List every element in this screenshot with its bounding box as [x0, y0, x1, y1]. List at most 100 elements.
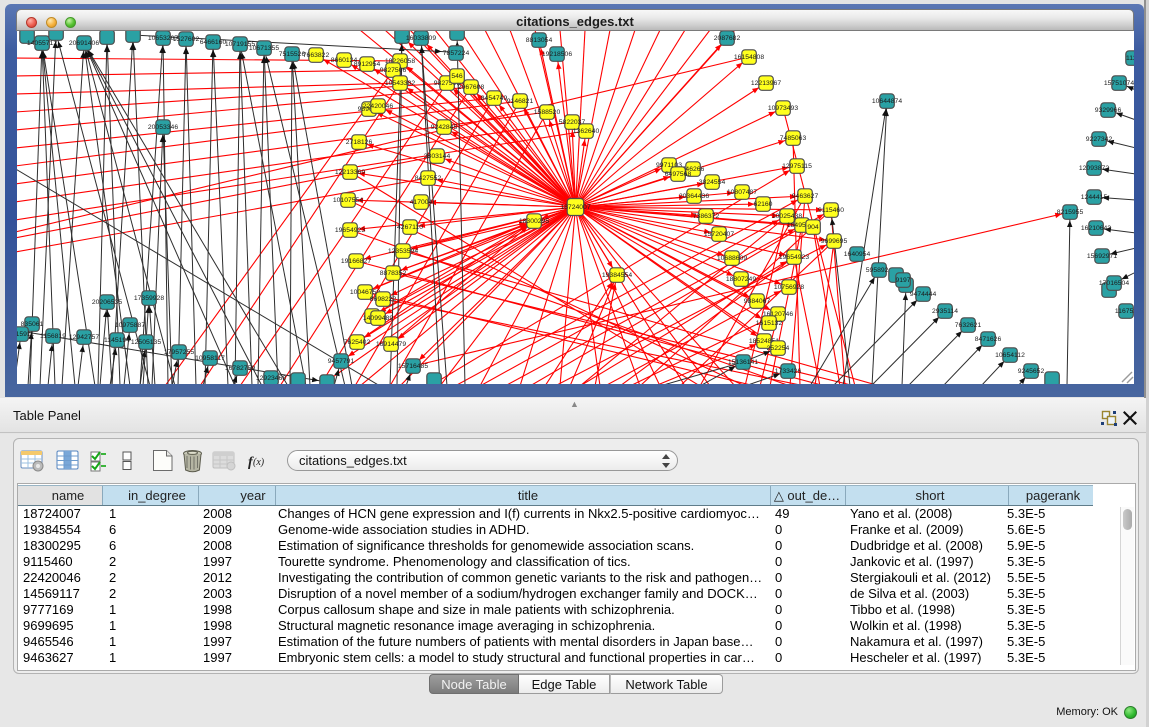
svg-text:18807249: 18807249: [726, 276, 756, 283]
svg-text:9197: 9197: [895, 277, 910, 284]
svg-text:(x): (x): [253, 457, 265, 468]
svg-text:9227342: 9227342: [1086, 136, 1113, 143]
svg-text:10107554: 10107554: [333, 197, 363, 204]
svg-text:2803144: 2803144: [424, 153, 451, 160]
svg-text:7663822: 7663822: [303, 52, 330, 59]
svg-text:417004: 417004: [410, 199, 433, 206]
svg-text:12942757: 12942757: [69, 334, 99, 341]
svg-text:19218506: 19218506: [542, 51, 572, 58]
svg-text:19654923: 19654923: [335, 227, 365, 234]
svg-text:12505135: 12505135: [131, 339, 161, 346]
svg-text:6497568: 6497568: [665, 171, 692, 178]
svg-text:9699695: 9699695: [821, 238, 848, 245]
svg-text:8454749: 8454749: [481, 95, 508, 102]
svg-text:252254: 252254: [767, 345, 790, 352]
svg-text:1615132: 1615132: [756, 320, 783, 327]
svg-text:1640954: 1640954: [844, 251, 871, 258]
svg-text:19654923: 19654923: [779, 254, 809, 261]
svg-text:8912954: 8912954: [354, 61, 381, 68]
svg-text:9827506: 9827506: [380, 67, 407, 74]
svg-text:10644874: 10644874: [872, 98, 902, 105]
svg-text:8813054: 8813054: [526, 37, 553, 44]
svg-text:20206535: 20206535: [92, 299, 122, 306]
svg-text:3915911: 3915911: [17, 331, 34, 338]
svg-text:62160: 62160: [754, 201, 773, 208]
svg-text:15136141: 15136141: [728, 359, 758, 366]
svg-text:15692971: 15692971: [1087, 253, 1117, 260]
svg-text:1527602: 1527602: [173, 36, 200, 43]
svg-text:20364436: 20364436: [679, 193, 709, 200]
svg-text:2067608: 2067608: [458, 84, 485, 91]
svg-text:15716485: 15716485: [398, 363, 428, 370]
svg-text:1117: 1117: [1126, 55, 1134, 62]
svg-text:6466160: 6466160: [200, 39, 227, 46]
svg-text:18724007: 18724007: [560, 204, 590, 211]
svg-text:9146821: 9146821: [507, 98, 534, 105]
svg-text:2718126: 2718126: [346, 139, 373, 146]
svg-text:9884067: 9884067: [744, 298, 771, 305]
svg-text:3824554: 3824554: [699, 179, 726, 186]
svg-text:116753: 116753: [1115, 308, 1134, 315]
svg-text:9463627: 9463627: [792, 193, 819, 200]
svg-text:10756928: 10756928: [774, 284, 804, 291]
svg-text:10973493: 10973493: [768, 105, 798, 112]
svg-text:12975115: 12975115: [782, 163, 812, 170]
svg-text:8878352: 8878352: [380, 270, 407, 277]
svg-text:1588520: 1588520: [534, 109, 561, 116]
svg-text:17359928: 17359928: [134, 295, 164, 302]
svg-text:8471626: 8471626: [975, 336, 1002, 343]
svg-text:10688609: 10688609: [717, 255, 747, 262]
svg-text:15751074: 15751074: [1104, 80, 1134, 87]
svg-text:16033809: 16033809: [406, 35, 436, 42]
svg-text:12093872: 12093872: [1079, 165, 1109, 172]
svg-text:20691406: 20691406: [69, 40, 99, 47]
svg-text:12353594: 12353594: [388, 248, 418, 255]
svg-text:9474444: 9474444: [910, 291, 937, 298]
svg-text:14099489: 14099489: [363, 315, 393, 322]
svg-text:19166827: 19166827: [341, 258, 371, 265]
svg-text:12923468: 12923468: [256, 375, 286, 382]
svg-text:19384554: 19384554: [602, 272, 632, 279]
svg-text:10654112: 10654112: [995, 352, 1025, 359]
svg-text:8698222: 8698222: [370, 296, 397, 303]
svg-text:20053346: 20053346: [148, 124, 178, 131]
svg-text:10671355: 10671355: [249, 45, 279, 52]
svg-text:9115460: 9115460: [818, 207, 844, 214]
svg-text:16782759: 16782759: [225, 365, 255, 372]
svg-text:12213369: 12213369: [335, 169, 365, 176]
svg-text:10807487: 10807487: [727, 189, 757, 196]
svg-text:9242845: 9242845: [431, 124, 458, 131]
svg-text:1362640: 1362640: [573, 128, 600, 135]
svg-text:1244415: 1244415: [1081, 194, 1108, 201]
svg-text:18300295: 18300295: [519, 218, 549, 225]
svg-text:22420046: 22420046: [363, 103, 393, 110]
svg-text:546: 546: [451, 73, 463, 80]
svg-text:10958117: 10958117: [195, 355, 225, 362]
svg-text:2935114: 2935114: [932, 308, 958, 315]
svg-text:17957255: 17957255: [164, 349, 194, 356]
svg-text:9329966: 9329966: [1095, 107, 1122, 114]
svg-text:9245652: 9245652: [1018, 368, 1045, 375]
svg-text:1733426: 1733426: [775, 368, 802, 375]
svg-text:17016504: 17016504: [1099, 280, 1129, 287]
svg-text:1156819: 1156819: [40, 333, 66, 340]
svg-text:8427552: 8427552: [415, 175, 442, 182]
svg-text:14055712: 14055712: [27, 40, 57, 47]
svg-text:1145194: 1145194: [104, 337, 130, 344]
svg-text:8215955: 8215955: [1057, 209, 1084, 216]
svg-text:10543382: 10543382: [385, 80, 415, 87]
svg-text:12213967: 12213967: [751, 80, 781, 87]
svg-text:16154808: 16154808: [734, 54, 764, 61]
svg-text:2087682: 2087682: [714, 35, 741, 42]
svg-text:9457791: 9457791: [328, 358, 355, 365]
svg-text:10975887: 10975887: [115, 322, 145, 329]
svg-text:16914479: 16914479: [376, 341, 406, 348]
svg-text:15720407: 15720407: [704, 231, 734, 238]
svg-text:7857224: 7857224: [443, 50, 470, 57]
svg-text:7485063: 7485063: [780, 135, 807, 142]
svg-text:904: 904: [807, 224, 819, 231]
svg-text:7632621: 7632621: [955, 322, 982, 329]
svg-text:16210643: 16210643: [1081, 225, 1111, 232]
svg-text:4267110: 4267110: [397, 224, 423, 231]
svg-text:7625402: 7625402: [344, 339, 371, 346]
